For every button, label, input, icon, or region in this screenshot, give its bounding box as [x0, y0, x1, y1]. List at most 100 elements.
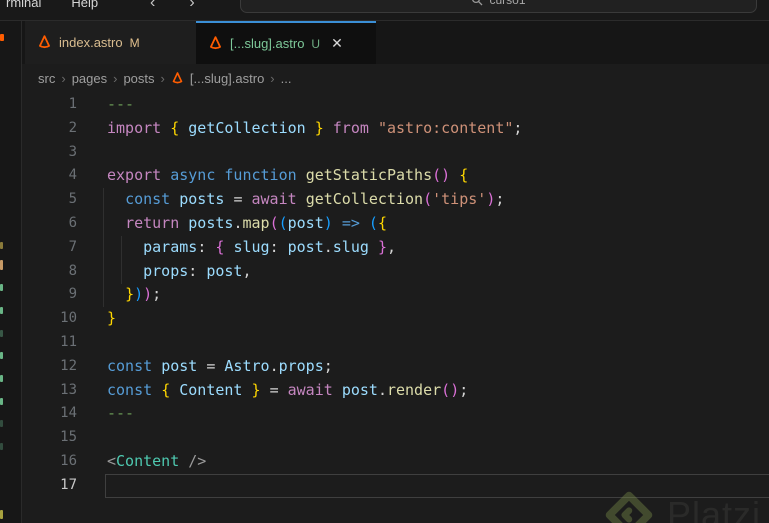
code-token: ) [441, 166, 451, 185]
line-number: 2 [68, 119, 77, 136]
code-line[interactable]: 1 --- [22, 93, 769, 117]
command-center-search[interactable]: curso1 [240, 0, 757, 13]
code-line[interactable]: 9 })); [22, 283, 769, 307]
sidebar-fragment [0, 307, 3, 314]
title-bar: rminal Help ‹ › curso1 [0, 0, 769, 21]
nav-forward-icon[interactable]: › [189, 0, 194, 12]
code-line[interactable]: 15 [22, 426, 769, 450]
nav-back-icon[interactable]: ‹ [150, 0, 155, 12]
astro-file-icon [210, 36, 221, 50]
tab-index-astro[interactable]: index.astro M [25, 21, 196, 64]
code-token: post [161, 356, 198, 375]
code-token: ) [450, 380, 460, 399]
code-line[interactable]: 16 <Content /> [22, 450, 769, 474]
code-token: . [269, 356, 279, 375]
code-text: export async function getStaticPaths() { [77, 164, 468, 188]
code-token: slug [233, 237, 270, 256]
sidebar-fragment [0, 510, 3, 519]
line-number: 7 [68, 238, 77, 255]
search-icon [472, 0, 483, 5]
line-number: 6 [68, 214, 77, 231]
code-line[interactable]: 6 return posts.map((post) => ({ [22, 212, 769, 236]
code-line[interactable]: 3 [22, 141, 769, 165]
code-line[interactable]: 12 const post = Astro.props; [22, 355, 769, 379]
code-line[interactable]: 4 export async function getStaticPaths() … [22, 164, 769, 188]
breadcrumb-item-pages[interactable]: pages [72, 71, 107, 86]
chevron-right-icon: › [113, 71, 118, 86]
line-number: 5 [68, 191, 77, 208]
menu-item-terminal[interactable]: rminal [2, 0, 45, 12]
code-token: ; [152, 285, 162, 304]
code-text: --- [77, 93, 134, 117]
code-text: --- [77, 402, 134, 426]
code-line[interactable]: 17 [22, 474, 769, 498]
code-token: 'tips' [432, 190, 487, 209]
code-token: ( [269, 213, 279, 232]
tab-bar: index.astro M [...slug].astro U ✕ [22, 21, 769, 64]
line-number: 11 [60, 333, 77, 350]
breadcrumb-item-symbol[interactable]: ... [281, 71, 292, 86]
code-token: ( [441, 380, 451, 399]
line-number: 8 [68, 262, 77, 279]
code-token: } [107, 309, 117, 328]
code-token: import [107, 118, 162, 137]
code-text: const { Content } = await post.render(); [77, 379, 468, 403]
code-token: posts [179, 190, 225, 209]
code-token: } [251, 380, 261, 399]
tab-slug-astro[interactable]: [...slug].astro U ✕ [196, 21, 376, 64]
code-line[interactable]: 10} [22, 307, 769, 331]
code-line[interactable]: 2 import { getCollection } from "astro:co… [22, 117, 769, 141]
git-modified-badge: M [129, 35, 140, 50]
code-token: "astro:content" [377, 118, 514, 137]
code-line[interactable]: 8 props: post, [22, 260, 769, 284]
code-token: , [386, 237, 396, 256]
explorer-sidebar-sliver[interactable] [0, 21, 22, 523]
breadcrumb-item-posts[interactable]: posts [123, 71, 154, 86]
code-editor[interactable]: 1 --- 2 import { getCollection } from "astr… [22, 93, 769, 523]
code-token: const [107, 356, 153, 375]
code-token: post [287, 237, 324, 256]
sidebar-fragment [0, 260, 3, 270]
menu-item-help[interactable]: Help [67, 0, 102, 12]
watermark-text: Platzi [666, 494, 761, 523]
line-number: 16 [60, 452, 77, 469]
code-token: } [377, 237, 387, 256]
code-token: < [107, 451, 117, 470]
code-token: . [377, 380, 387, 399]
code-line[interactable]: 5 const posts = await getCollection('tip… [22, 188, 769, 212]
code-token: ; [495, 190, 505, 209]
sidebar-fragment [0, 284, 3, 291]
chevron-right-icon: › [61, 71, 66, 86]
code-token: getCollection [305, 190, 424, 209]
code-line[interactable]: 14 --- [22, 402, 769, 426]
line-number: 4 [68, 167, 77, 184]
close-tab-icon[interactable]: ✕ [331, 35, 343, 52]
sidebar-fragment [0, 420, 3, 427]
code-token: , [242, 261, 252, 280]
code-token: /> [188, 451, 207, 470]
code-token: post [287, 213, 324, 232]
code-token: map [242, 213, 270, 232]
code-line[interactable]: 13 const { Content } = await post.render(… [22, 379, 769, 403]
code-line[interactable]: 7 params: { slug: post.slug }, [22, 236, 769, 260]
line-number: 1 [68, 96, 77, 112]
code-token: getCollection [188, 118, 306, 137]
code-token: { [459, 166, 469, 185]
code-line[interactable]: 11 [22, 331, 769, 355]
code-token: props [143, 261, 189, 280]
breadcrumb-item-file[interactable]: [...slug].astro [190, 71, 264, 86]
breadcrumb-item-src[interactable]: src [38, 71, 55, 86]
chevron-right-icon: › [270, 71, 275, 86]
